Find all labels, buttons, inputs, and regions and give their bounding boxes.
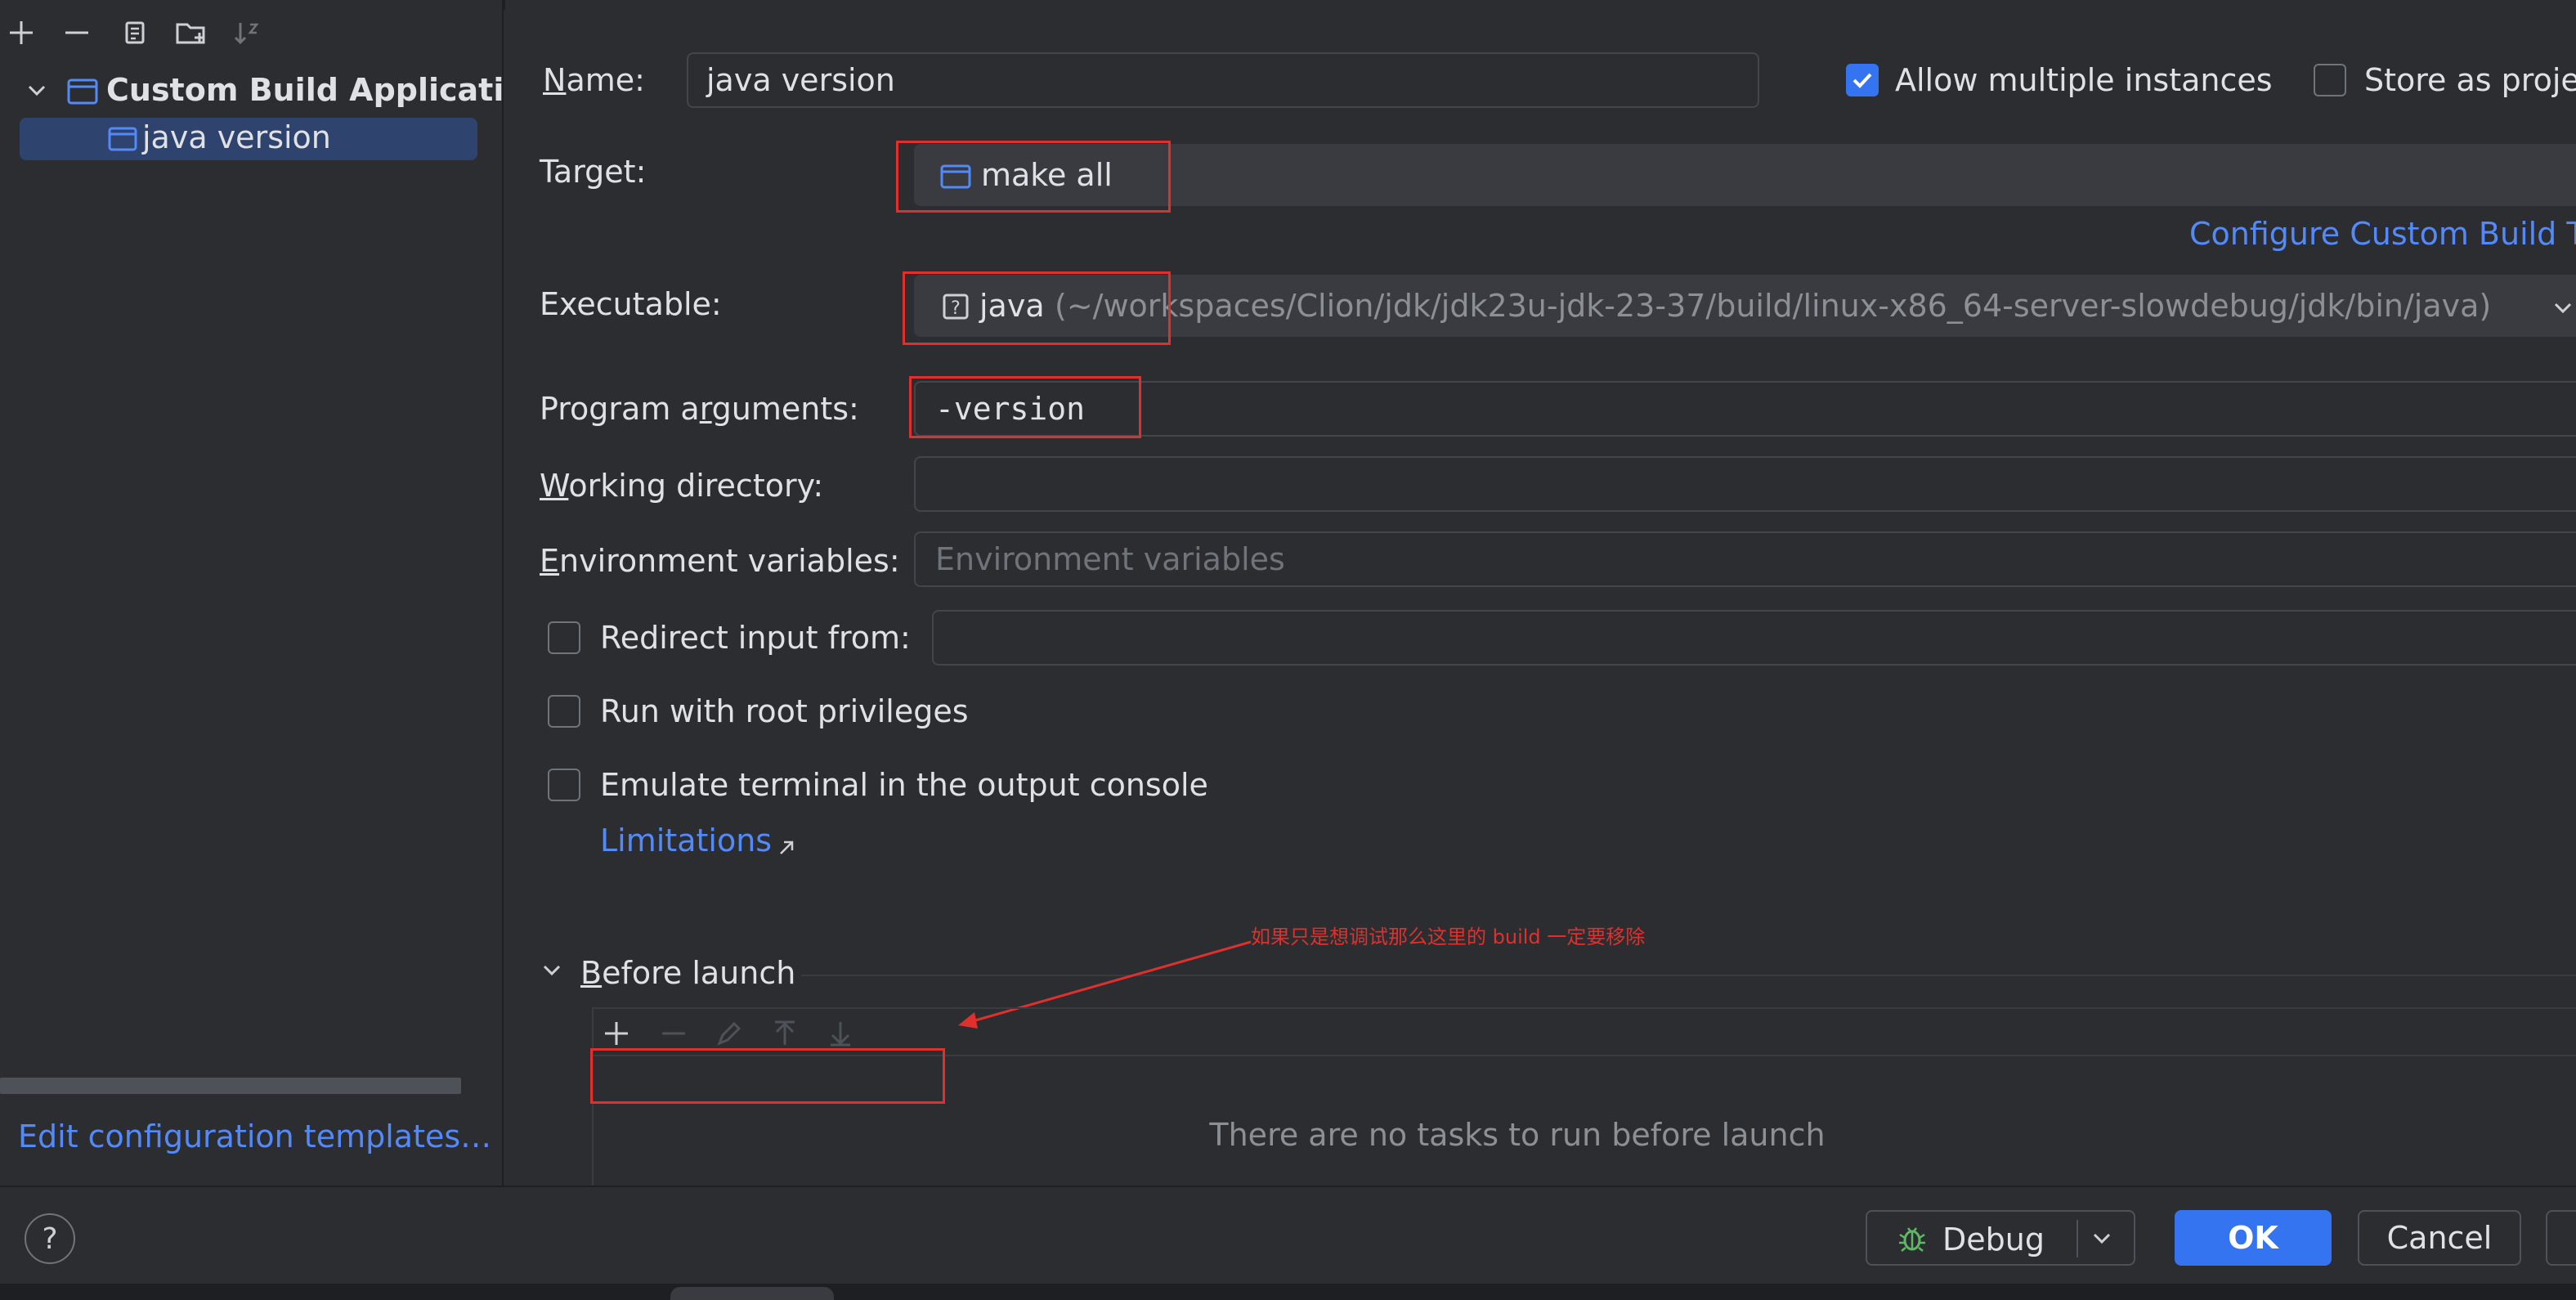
env-vars-placeholder: Environment variables [935,541,1285,577]
executable-highlight-box [903,271,1171,345]
apply-button[interactable] [2546,1210,2576,1266]
edit-templates-link[interactable]: Edit configuration templates… [18,1118,491,1154]
cancel-button[interactable]: Cancel [2358,1210,2521,1266]
store-as-project-checkbox[interactable] [2314,64,2346,96]
debug-label: Debug [1942,1222,2045,1257]
annotation-text: 如果只是想调试那么这里的 build 一定要移除 [1251,926,1646,948]
env-vars-field[interactable]: Environment variables [914,531,2576,587]
debug-button[interactable]: Debug [1866,1210,2135,1266]
working-dir-field[interactable] [914,456,2576,512]
name-label: Name: [543,62,645,98]
env-vars-label: Environment variables: [540,543,900,579]
tree-group-label: Custom Build Application [106,72,504,108]
emulate-terminal-checkbox[interactable] [548,769,580,801]
configuration-form: Name: java version Allow multiple instan… [505,0,2576,1187]
dialog-button-bar: ? Debug OK Cancel [0,1186,2576,1284]
cancel-label: Cancel [2386,1220,2493,1256]
copy-icon[interactable] [119,18,149,47]
root-privileges-checkbox[interactable] [548,695,580,728]
redirect-input-field[interactable] [932,610,2576,666]
debug-dropdown-divider [2076,1220,2078,1257]
ok-label: OK [2228,1220,2278,1256]
root-privileges-label: Run with root privileges [600,693,969,729]
program-args-highlight-box [909,376,1141,438]
chevron-down-icon[interactable] [540,958,564,983]
store-as-project-label: Store as project file [2364,62,2576,98]
window-bottom-strip [0,1284,2576,1300]
executable-path: (~/workspaces/Clion/jdk/jdk23u-jdk-23-37… [1055,288,2492,324]
sidebar-toolbar [0,11,504,57]
chevron-down-icon[interactable] [2090,1226,2114,1251]
tree-item-java-version[interactable]: java version [20,118,477,160]
target-highlight-box [896,141,1171,213]
configure-targets-link[interactable]: Configure Custom Build Targets [2189,216,2576,252]
limitations-link-container[interactable]: Limitations [600,823,797,858]
help-label: ? [42,1222,58,1256]
move-down-icon [826,1019,855,1048]
config-icon [108,126,137,152]
target-label: Target: [540,154,647,190]
chevron-down-icon[interactable] [2551,296,2575,321]
program-args-field[interactable]: -version [914,381,2576,437]
allow-multiple-label: Allow multiple instances [1895,62,2273,98]
ok-button[interactable]: OK [2175,1210,2332,1266]
limitations-link[interactable]: Limitations [600,823,772,858]
name-value: java version [706,62,895,98]
minus-icon[interactable] [62,18,92,47]
plus-icon[interactable] [602,1019,631,1048]
name-field[interactable]: java version [687,52,1759,108]
working-dir-label: Working directory: [540,468,824,504]
executable-label: Executable: [540,286,722,322]
help-button[interactable]: ? [25,1213,75,1264]
build-task-highlight-box [590,1048,945,1104]
emulate-terminal-label: Emulate terminal in the output console [600,767,1208,803]
tree-item-label: java version [142,119,331,155]
new-folder-icon[interactable] [175,18,208,47]
chevron-down-icon[interactable] [25,78,49,103]
program-args-label: Program arguments: [540,391,859,427]
redirect-input-checkbox[interactable] [548,621,580,654]
before-launch-empty-text: There are no tasks to run before launch [1209,1117,1826,1153]
sort-icon[interactable] [232,18,262,47]
sidebar-horizontal-scrollbar[interactable] [0,1078,461,1094]
configurations-sidebar: Custom Build Application java version Ed… [0,0,504,1186]
tree-group-custom-build[interactable]: Custom Build Application [25,72,504,113]
allow-multiple-checkbox[interactable] [1846,64,1879,96]
redirect-input-label: Redirect input from: [600,620,911,656]
before-launch-title[interactable]: Before launch [580,955,795,991]
external-arrow-icon [780,841,794,854]
taskbar-tab [670,1287,834,1300]
move-up-icon [770,1019,800,1048]
plus-icon[interactable] [7,18,36,47]
custom-build-icon [67,78,98,105]
edit-pencil-icon [715,1019,744,1048]
bug-icon [1897,1223,1928,1254]
minus-icon [659,1019,688,1048]
